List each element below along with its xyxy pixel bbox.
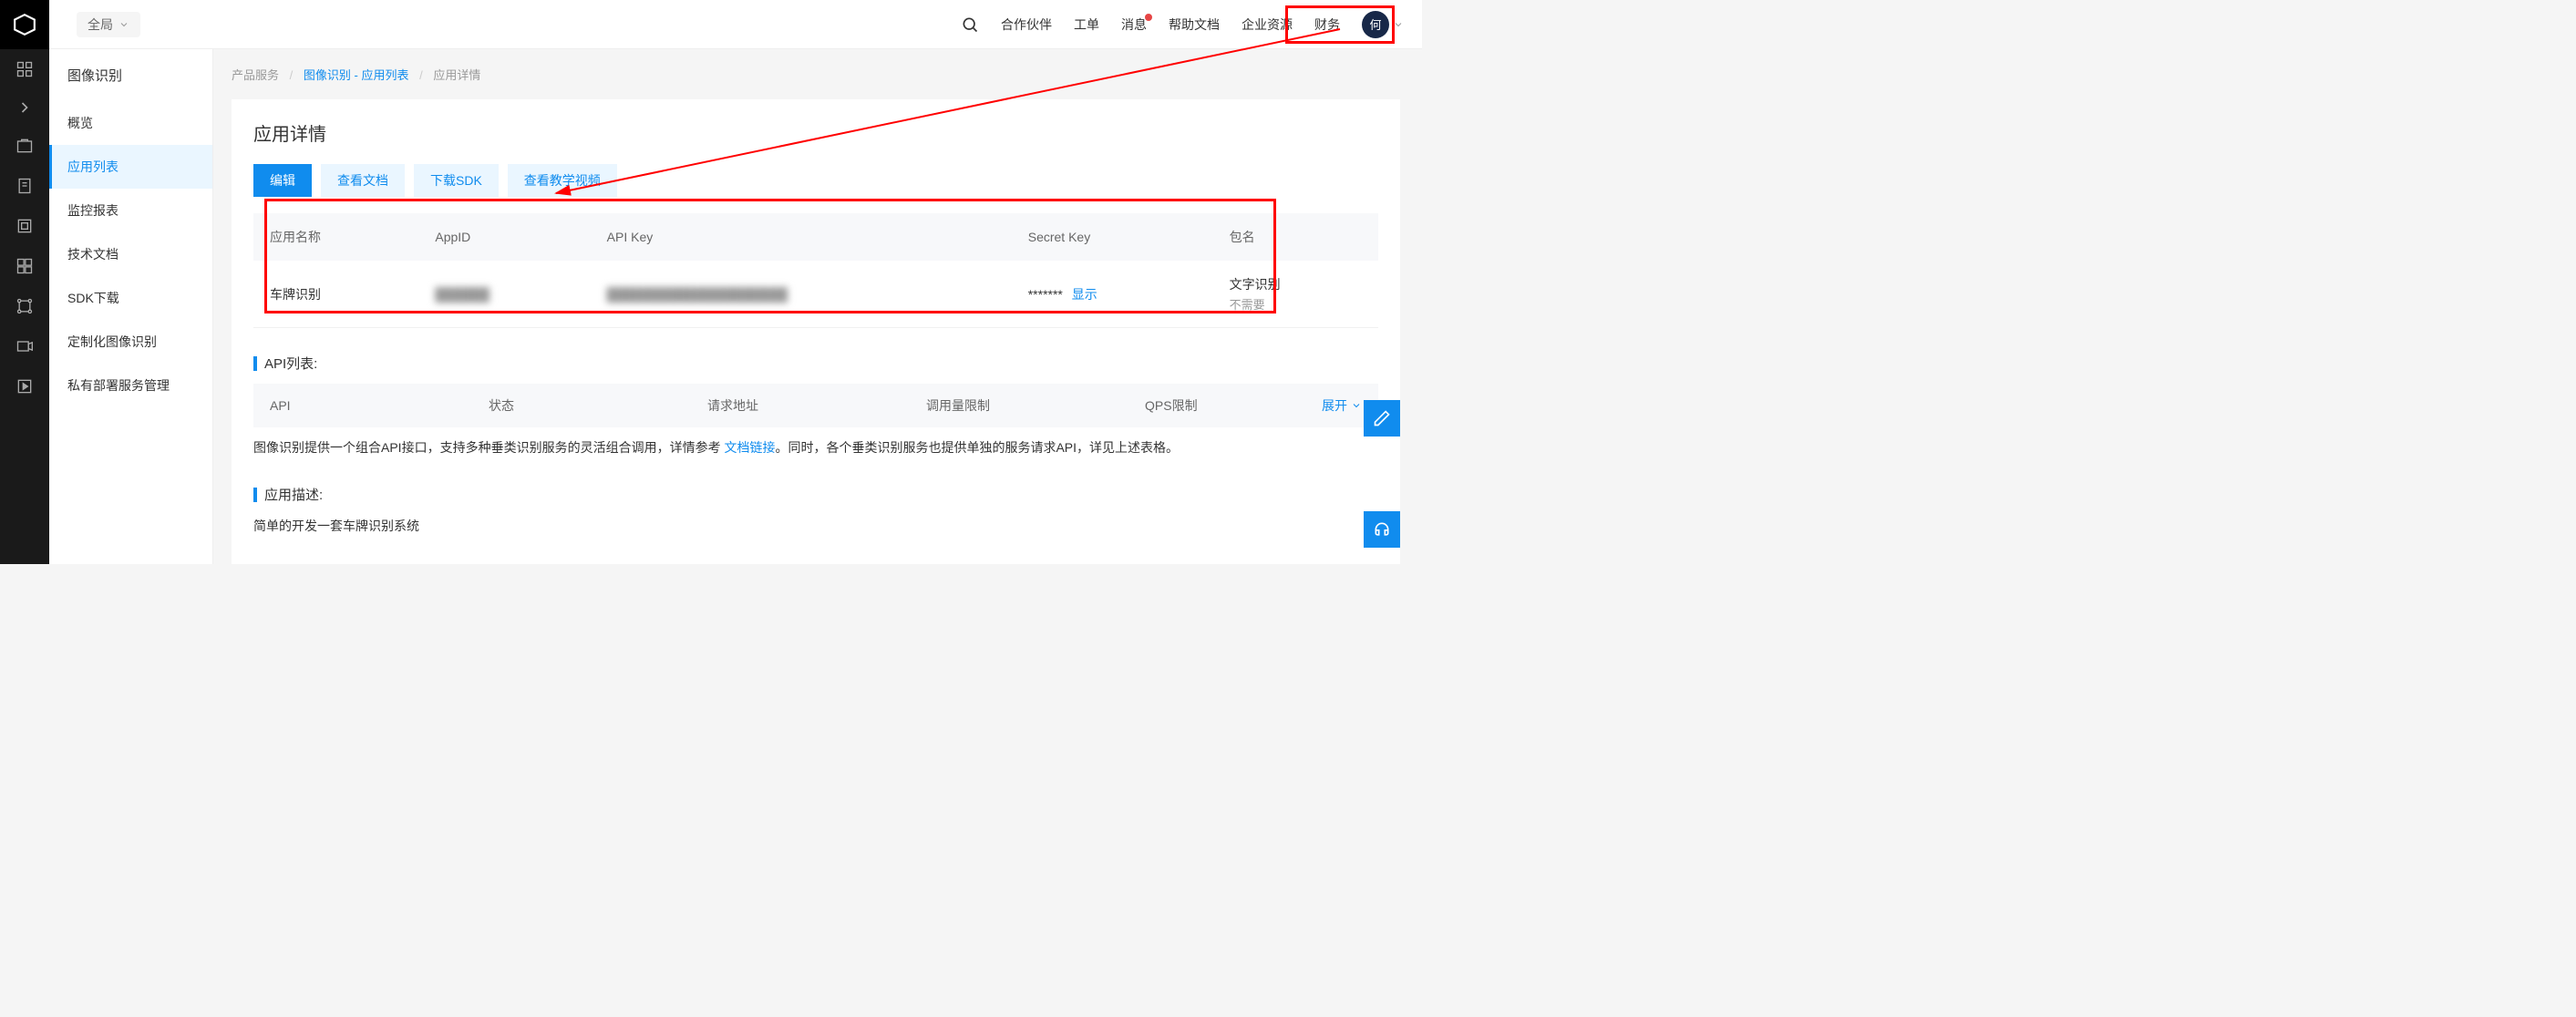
scope-label: 全局 [88,15,113,34]
api-list-header: API 状态 请求地址 调用量限制 QPS限制 展开 [253,384,1378,427]
show-secret-link[interactable]: 显示 [1072,287,1097,302]
crumb-current: 应用详情 [433,68,480,82]
rail-item-frame[interactable] [0,206,49,246]
avatar: 何 [1362,11,1389,38]
crumb-sep: / [419,68,423,82]
gallery-section: 自定义菜品识别图库管理: [253,563,1378,564]
rail-item-expand[interactable] [0,89,49,126]
rail-item-grid2[interactable] [0,246,49,286]
cell-package: 文字识别 不需要 [1213,261,1378,328]
search-icon [961,15,979,34]
api-desc-suffix: 。同时，各个垂类识别服务也提供单独的服务请求API，详见上述表格。 [775,440,1179,455]
th-package: 包名 [1213,213,1378,261]
left-icon-rail [0,0,49,564]
rail-item-doc[interactable] [0,166,49,206]
cell-apikey: ████████████████████ [591,261,1012,328]
secret-masked: ******* [1028,287,1063,302]
api-col-limit: 调用量限制 [910,384,1128,427]
app-desc-section: 应用描述: 简单的开发一套车牌识别系统 [253,485,1378,538]
sidenav-title: 图像识别 [49,49,212,101]
sidenav-item-custom[interactable]: 定制化图像识别 [49,320,212,364]
detail-card: 应用详情 编辑 查看文档 下载SDK 查看教学视频 应用名称 AppID API… [232,99,1400,564]
th-secret: Secret Key [1012,213,1213,261]
app-desc-body: 简单的开发一套车牌识别系统 [253,515,1378,538]
expand-label: 展开 [1322,396,1347,415]
th-apikey: API Key [591,213,1012,261]
app-credentials-table: 应用名称 AppID API Key Secret Key 包名 车牌识别 ██… [253,213,1378,328]
appid-masked: ██████ [435,287,489,302]
nav-messages[interactable]: 消息 [1121,15,1147,34]
sidenav-item-docs[interactable]: 技术文档 [49,232,212,276]
chevron-down-icon [1351,400,1362,411]
sidenav-item-monitor[interactable]: 监控报表 [49,189,212,232]
rail-item-dashboard[interactable] [0,49,49,89]
sidenav-item-private[interactable]: 私有部署服务管理 [49,364,212,407]
chevron-down-icon [1393,19,1404,30]
api-desc-prefix: 图像识别提供一个组合API接口，支持多种垂类识别服务的灵活组合调用，详情参考 [253,440,724,455]
api-col-qps: QPS限制 [1128,384,1305,427]
cell-appid: ██████ [418,261,590,328]
api-list-title: API列表: [253,354,1378,373]
nav-help[interactable]: 帮助文档 [1169,15,1220,34]
edit-icon [1373,409,1391,427]
main-content: 产品服务 / 图像识别 - 应用列表 / 应用详情 应用详情 编辑 查看文档 下… [213,49,1400,564]
brand-logo[interactable] [0,0,49,49]
user-menu[interactable]: 何 [1362,11,1404,38]
th-app-name: 应用名称 [253,213,418,261]
nav-finance[interactable]: 财务 [1314,15,1340,34]
crumb-sep: / [290,68,294,82]
sidenav-item-sdk[interactable]: SDK下载 [49,276,212,320]
nav-messages-label: 消息 [1121,15,1147,34]
gallery-title: 自定义菜品识别图库管理: [253,563,1378,564]
sidenav-item-overview[interactable]: 概览 [49,101,212,145]
page-title: 应用详情 [253,119,1378,146]
rail-item-nodes[interactable] [0,286,49,326]
edit-button[interactable]: 编辑 [253,164,312,197]
api-col-status: 状态 [472,384,691,427]
api-description: 图像识别提供一个组合API接口，支持多种垂类识别服务的灵活组合调用，详情参考 文… [253,437,1378,459]
headset-icon [1373,520,1391,539]
fab-support[interactable] [1364,511,1400,548]
cell-secret: ******* 显示 [1012,261,1213,328]
rail-item-play[interactable] [0,366,49,406]
apikey-masked: ████████████████████ [607,287,788,302]
cell-app-name: 车牌识别 [253,261,418,328]
package-main: 文字识别 [1230,275,1362,293]
crumb-root: 产品服务 [232,68,279,82]
view-video-button[interactable]: 查看教学视频 [508,164,617,197]
download-sdk-button[interactable]: 下载SDK [414,164,499,197]
breadcrumb: 产品服务 / 图像识别 - 应用列表 / 应用详情 [232,49,1400,99]
nav-partners[interactable]: 合作伙伴 [1001,15,1052,34]
search-button[interactable] [961,15,979,34]
api-col-url: 请求地址 [691,384,910,427]
api-doc-link[interactable]: 文档链接 [724,440,775,455]
action-buttons: 编辑 查看文档 下载SDK 查看教学视频 [253,164,1378,197]
scope-selector[interactable]: 全局 [77,12,140,37]
rail-item-products[interactable] [0,126,49,166]
view-docs-button[interactable]: 查看文档 [321,164,405,197]
rail-item-video[interactable] [0,326,49,366]
nav-enterprise[interactable]: 企业资源 [1242,15,1293,34]
api-list-section: API列表: API 状态 请求地址 调用量限制 QPS限制 展开 图像识别提供… [253,354,1378,459]
side-nav: 图像识别 概览 应用列表 监控报表 技术文档 SDK下载 定制化图像识别 私有部… [49,49,213,564]
fab-edit[interactable] [1364,400,1400,437]
api-col-api: API [253,385,472,426]
package-sub: 不需要 [1230,295,1362,313]
top-header: 全局 合作伙伴 工单 消息 帮助文档 企业资源 财务 何 [49,0,1422,49]
th-appid: AppID [418,213,590,261]
sidenav-item-app-list[interactable]: 应用列表 [49,145,212,189]
chevron-down-icon [118,19,129,30]
nav-tickets[interactable]: 工单 [1074,15,1099,34]
table-row: 车牌识别 ██████ ████████████████████ *******… [253,261,1378,328]
notification-dot-icon [1145,14,1152,21]
crumb-link[interactable]: 图像识别 - 应用列表 [304,68,409,82]
app-desc-title: 应用描述: [253,485,1378,504]
